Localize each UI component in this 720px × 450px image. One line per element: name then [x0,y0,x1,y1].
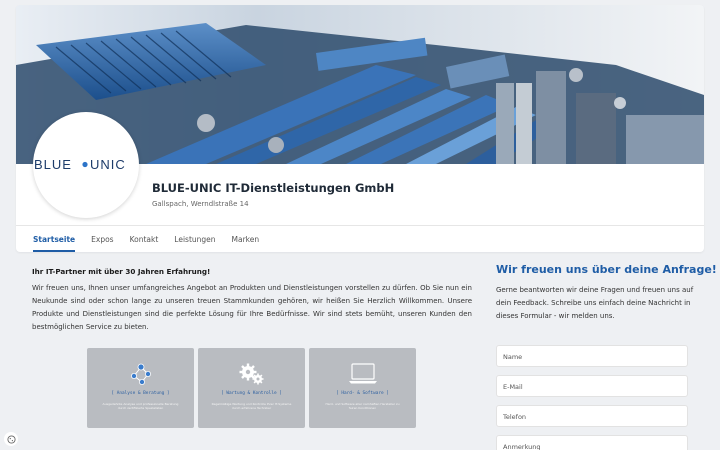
service-description: Ausgedehnte Analyse und professionelle B… [102,402,179,411]
tab-leistungen[interactable]: Leistungen [174,231,215,252]
laptop-icon [347,362,379,386]
tab-kontakt[interactable]: Kontakt [130,231,159,252]
divider [16,225,704,226]
service-tile-analyse[interactable]: [ Analyse & Beratung ] Ausgedehnte Analy… [87,348,194,428]
form-description: Gerne beantworten wir deine Fragen und f… [496,286,694,320]
intro-text: Wir freuen uns, Ihnen unser umfangreiche… [32,284,472,331]
company-name: BLUE-UNIC IT-Dienstleistungen GmbH [152,181,395,195]
email-field[interactable]: E-Mail [496,375,688,397]
tab-startseite[interactable]: Startseite [33,231,76,252]
service-description: Hard- und Software aller namhaften Herst… [325,402,400,411]
service-title: [ Wartung & Kontrolle ] [221,391,282,396]
company-address: Gallspach, Werndlstraße 14 [152,200,249,208]
blue-unic-logo: BLUE UNIC [34,157,126,172]
service-tile-hardware[interactable]: [ Hard- & Software ] Hard- und Software … [309,348,416,428]
service-title: [ Analyse & Beratung ] [111,391,170,396]
svg-text:UNIC: UNIC [90,157,126,172]
network-icon [128,362,154,386]
profile-card: BLUE UNIC BLUE-UNIC IT-Dienstleistungen … [16,5,704,252]
gears-icon [237,362,267,386]
svg-text:BLUE: BLUE [34,157,72,172]
form-heading: Wir freuen uns über deine Anfrage! [496,263,717,276]
intro-heading: Ihr IT-Partner mit über 30 Jahren Erfahr… [32,267,211,276]
tab-expos[interactable]: Expos [91,231,113,252]
tab-marken[interactable]: Marken [232,231,260,252]
cookie-settings-button[interactable] [4,432,18,446]
name-field[interactable]: Name [496,345,688,367]
cookie-icon [6,434,16,444]
company-logo: BLUE UNIC [33,112,139,218]
note-field[interactable]: Anmerkung [496,435,688,450]
service-title: [ Hard- & Software ] [336,391,389,396]
service-description: Regelmäßige Wartung und Kontrolle Ihrer … [211,402,292,411]
service-tile-wartung[interactable]: [ Wartung & Kontrolle ] Regelmäßige Wart… [198,348,305,428]
phone-field[interactable]: Telefon [496,405,688,427]
profile-tabs: Startseite Expos Kontakt Leistungen Mark… [33,231,275,252]
